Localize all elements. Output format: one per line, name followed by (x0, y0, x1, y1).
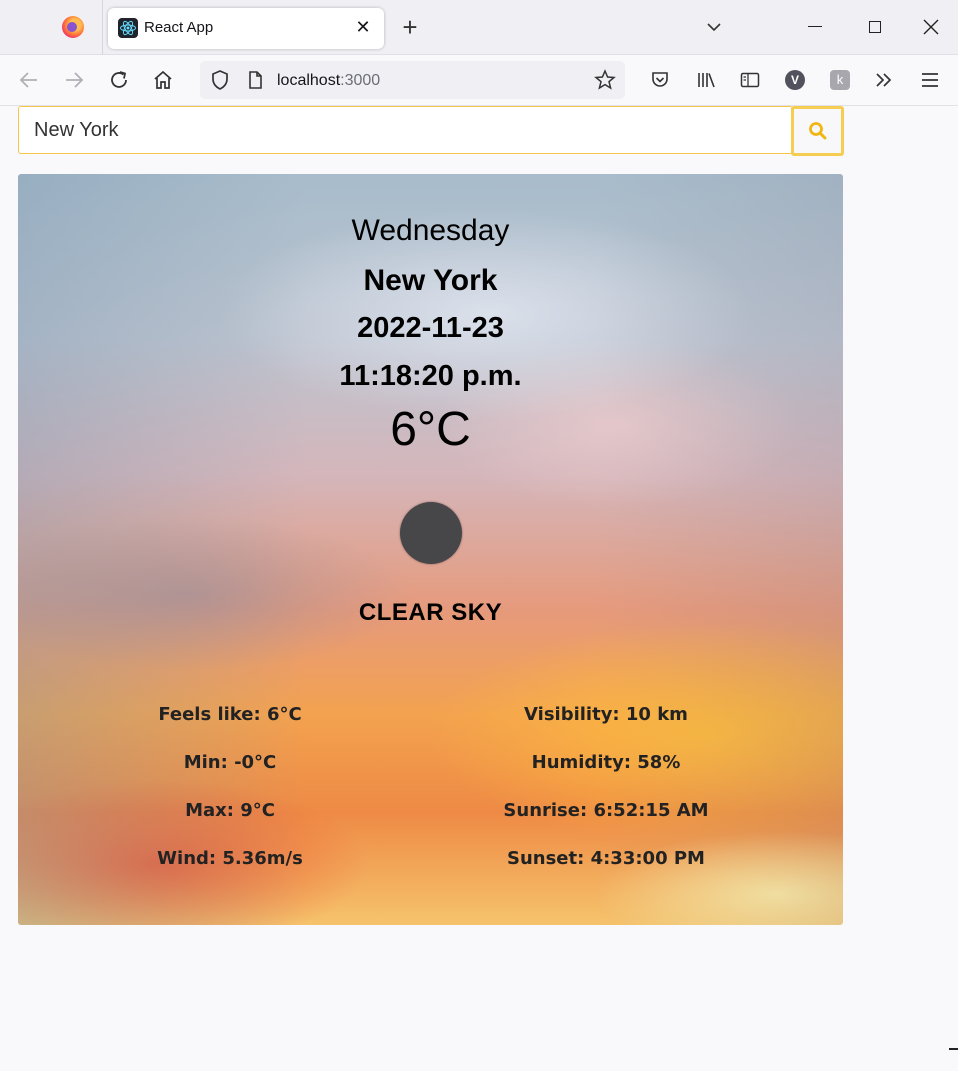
close-window-button[interactable] (920, 16, 942, 38)
firefox-icon[interactable] (62, 16, 84, 38)
minimize-window-button[interactable] (808, 26, 822, 27)
url-port: :3000 (340, 72, 381, 89)
pocket-icon[interactable] (648, 68, 672, 92)
forward-arrow-icon[interactable] (62, 68, 86, 92)
min-temperature: Min: -0°C (183, 752, 277, 773)
visibility: Visibility: 10 km (524, 704, 688, 725)
profile-avatar[interactable]: V (785, 70, 805, 90)
new-tab-button[interactable]: + (398, 14, 422, 40)
max-temperature: Max: 9°C (185, 800, 275, 821)
wind-speed: Wind: 5.36m/s (157, 848, 303, 869)
library-icon[interactable] (694, 68, 718, 92)
url-host: localhost (277, 72, 341, 89)
navigation-toolbar: localhost:3000 V k (0, 55, 958, 106)
sunrise: Sunrise: 6:52:15 AM (503, 800, 709, 821)
shield-icon[interactable] (208, 68, 232, 92)
city-name: New York (363, 264, 498, 297)
reload-icon[interactable] (107, 68, 131, 92)
search-icon (809, 122, 827, 140)
sidebar-icon[interactable] (738, 68, 762, 92)
temperature: 6°C (390, 403, 471, 456)
city-search-input[interactable] (18, 106, 793, 154)
search-button[interactable] (791, 106, 844, 156)
weather-icon (400, 502, 462, 564)
extension-icon[interactable]: k (830, 70, 850, 90)
back-arrow-icon[interactable] (17, 68, 41, 92)
more-tools-icon[interactable] (872, 68, 896, 92)
sunset: Sunset: 4:33:00 PM (507, 848, 705, 869)
tab-react-app[interactable]: React App ✕ (108, 8, 384, 49)
resize-edge (949, 1048, 958, 1050)
tab-separator (102, 0, 103, 55)
chevron-down-icon[interactable] (703, 16, 725, 38)
humidity: Humidity: 58% (531, 752, 681, 773)
weather-description: CLEAR SKY (358, 599, 503, 626)
weather-card: Wednesday New York 2022-11-23 11:18:20 p… (18, 174, 843, 925)
bookmark-star-icon[interactable] (593, 68, 617, 92)
local-time: 11:18:20 p.m. (339, 360, 522, 392)
address-bar[interactable]: localhost:3000 (200, 61, 625, 99)
home-icon[interactable] (151, 68, 175, 92)
tab-title: React App (144, 19, 214, 36)
city-search (18, 106, 844, 156)
react-icon (118, 18, 138, 38)
menu-icon[interactable] (918, 68, 942, 92)
feels-like: Feels like: 6°C (158, 704, 302, 725)
weekday: Wednesday (351, 214, 510, 247)
page-info-icon[interactable] (243, 68, 267, 92)
tab-strip: React App ✕ + (0, 0, 958, 55)
date: 2022-11-23 (357, 312, 504, 344)
close-tab-icon[interactable]: ✕ (352, 16, 374, 38)
url-text: localhost:3000 (277, 72, 380, 90)
maximize-window-button[interactable] (869, 21, 881, 33)
